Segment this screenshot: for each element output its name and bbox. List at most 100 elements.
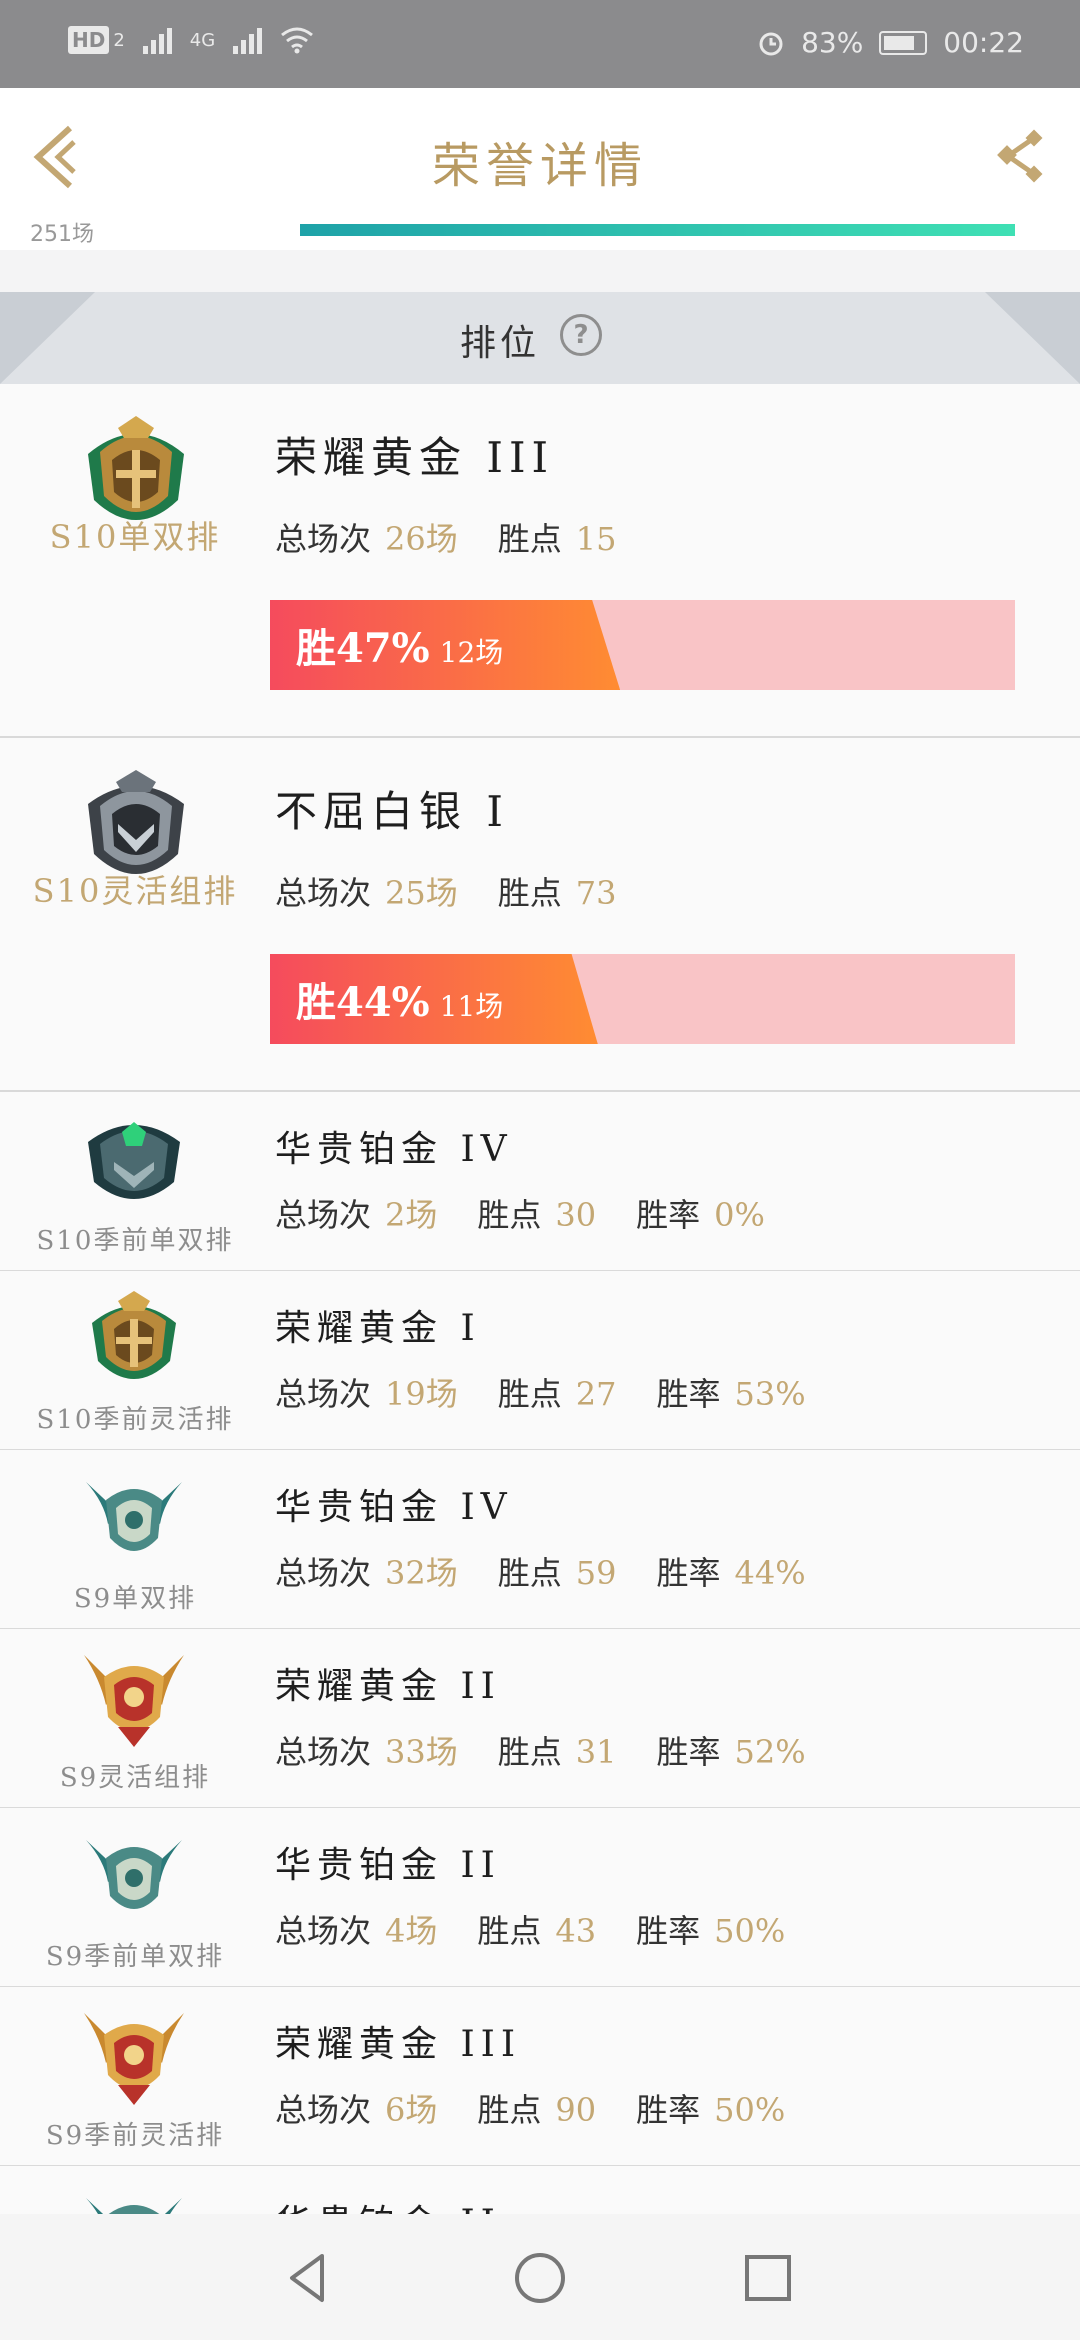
total-games-value: 26场 bbox=[385, 520, 458, 558]
lp-label: 胜点 bbox=[497, 1375, 562, 1413]
queue-name: S9季前单双排 bbox=[45, 1942, 225, 1972]
win-rate-label: 胜率 bbox=[656, 1554, 721, 1592]
win-rate-label: 胜47% bbox=[296, 625, 430, 672]
rank-name: 荣耀黄金 III bbox=[275, 2024, 522, 2065]
rank-card-s10-flex[interactable]: S10灵活组排 不屈白银 I 总场次 25场 胜点 73 胜44% 11场 bbox=[0, 738, 1080, 1092]
rank-stats: 总场次 33场 胜点 31 胜率 52% bbox=[275, 1727, 846, 1773]
win-rate-value: 50% bbox=[714, 1912, 786, 1950]
nav-home-icon[interactable] bbox=[510, 2248, 570, 2308]
hd-indicator: HD bbox=[68, 26, 110, 54]
rank-name: 华贵铂金 IV bbox=[275, 1487, 513, 1528]
rank-stats: 总场次 6场 胜点 90 胜率 50% bbox=[275, 2085, 825, 2131]
rank-name: 荣耀黄金 I bbox=[275, 1308, 481, 1349]
rank-row-s10-preseason-solo[interactable]: S10季前单双排 华贵铂金 IV 总场次 2场 胜点 30 胜率 0% bbox=[0, 1092, 1080, 1272]
system-nav-bar bbox=[0, 2214, 1080, 2340]
win-rate-label: 胜率 bbox=[656, 1733, 721, 1771]
wifi-icon bbox=[281, 27, 314, 54]
lp-label: 胜点 bbox=[497, 520, 562, 558]
total-games-label: 总场次 bbox=[275, 874, 372, 912]
rank-stats: 总场次 25场 胜点 73 bbox=[275, 868, 656, 914]
network-type: 4G bbox=[189, 29, 216, 51]
section-decoration-left bbox=[0, 292, 95, 384]
rank-stats: 总场次 26场 胜点 15 bbox=[275, 514, 656, 560]
queue-name: S10灵活组排 bbox=[32, 872, 238, 910]
rank-name: 华贵铂金 II bbox=[275, 1845, 501, 1886]
queue-name: S9单双排 bbox=[73, 1584, 197, 1614]
signal-icon-2 bbox=[233, 26, 263, 54]
rank-card-s10-solo[interactable]: S10单双排 荣耀黄金 III 总场次 26场 胜点 15 胜47% 12场 bbox=[0, 384, 1080, 738]
total-games-value: 2场 bbox=[385, 1196, 438, 1234]
win-rate-value: 52% bbox=[734, 1733, 806, 1771]
section-decoration-right bbox=[985, 292, 1080, 384]
platinum-emblem-icon bbox=[88, 1122, 180, 1199]
win-rate-label: 胜率 bbox=[636, 2091, 701, 2129]
lp-value: 15 bbox=[575, 520, 617, 558]
total-games-label: 总场次 bbox=[275, 2091, 372, 2129]
total-games-value: 4场 bbox=[385, 1912, 438, 1950]
help-icon[interactable]: ? bbox=[560, 314, 602, 356]
platinum-winged-emblem-icon bbox=[86, 2198, 182, 2214]
total-games-label: 总场次 bbox=[275, 1554, 372, 1592]
rank-row-s9-solo[interactable]: S9单双排 华贵铂金 IV 总场次 32场 胜点 59 胜率 44% bbox=[0, 1450, 1080, 1630]
page-title: 荣誉详情 bbox=[431, 138, 648, 194]
battery-percent: 83% bbox=[801, 26, 864, 59]
total-games-value: 32场 bbox=[385, 1554, 458, 1592]
lp-label: 胜点 bbox=[497, 1733, 562, 1771]
rank-row-s9-preseason-flex[interactable]: S9季前灵活排 荣耀黄金 III 总场次 6场 胜点 90 胜率 50% bbox=[0, 1987, 1080, 2167]
gold-winged-emblem-icon bbox=[84, 1655, 184, 1747]
lp-label: 胜点 bbox=[497, 1554, 562, 1592]
rank-row-partial[interactable]: 华贵铂金 II bbox=[0, 2166, 1080, 2214]
win-rate-value: 53% bbox=[734, 1375, 806, 1413]
rank-name: 荣耀黄金 II bbox=[275, 1666, 501, 1707]
win-rate-label: 胜率 bbox=[636, 1196, 701, 1234]
win-rate-bar: 胜47% 12场 bbox=[270, 600, 1015, 690]
win-rate-value: 0% bbox=[714, 1196, 765, 1234]
summary-progress-bar bbox=[300, 224, 1015, 236]
section-header-ranked: 排位 ? bbox=[0, 292, 1080, 384]
rank-stats: 总场次 19场 胜点 27 胜率 53% bbox=[275, 1369, 846, 1415]
clock: 00:22 bbox=[943, 26, 1024, 59]
rank-name: 不屈白银 I bbox=[275, 787, 509, 836]
total-games-label: 总场次 bbox=[275, 1375, 372, 1413]
queue-name: S10单双排 bbox=[49, 518, 221, 556]
queue-name: S10季前单双排 bbox=[36, 1226, 234, 1256]
rank-stats: 总场次 4场 胜点 43 胜率 50% bbox=[275, 1906, 825, 1952]
win-rate-label: 胜率 bbox=[656, 1375, 721, 1413]
section-title: 排位 bbox=[460, 323, 541, 364]
share-icon[interactable] bbox=[994, 128, 1050, 184]
win-rate-value: 50% bbox=[714, 2091, 786, 2129]
rank-row-s9-preseason-solo[interactable]: S9季前单双排 华贵铂金 II 总场次 4场 胜点 43 胜率 50% bbox=[0, 1808, 1080, 1988]
total-games-label: 总场次 bbox=[275, 1733, 372, 1771]
summary-partial-label: 251场 bbox=[30, 222, 94, 247]
nav-recents-icon[interactable] bbox=[738, 2248, 798, 2308]
status-bar: HD 2 4G 83% 00:22 bbox=[0, 0, 1080, 88]
lp-value: 30 bbox=[555, 1196, 597, 1234]
app-header: 荣誉详情 bbox=[0, 88, 1080, 225]
nav-back-icon[interactable] bbox=[278, 2248, 338, 2308]
win-rate-label: 胜率 bbox=[636, 1912, 701, 1950]
total-games-label: 总场次 bbox=[275, 520, 372, 558]
alarm-icon bbox=[759, 32, 783, 55]
battery-icon bbox=[879, 30, 928, 55]
win-rate-text: 胜44% 11场 bbox=[296, 970, 503, 1028]
rank-row-s10-preseason-flex[interactable]: S10季前灵活排 荣耀黄金 I 总场次 19场 胜点 27 胜率 53% bbox=[0, 1271, 1080, 1451]
lp-value: 31 bbox=[575, 1733, 617, 1771]
rank-row-s9-flex[interactable]: S9灵活组排 荣耀黄金 II 总场次 33场 胜点 31 胜率 52% bbox=[0, 1629, 1080, 1809]
lp-label: 胜点 bbox=[477, 2091, 542, 2129]
platinum-winged-emblem-icon bbox=[86, 1840, 182, 1909]
lp-value: 59 bbox=[575, 1554, 617, 1592]
lp-label: 胜点 bbox=[477, 1196, 542, 1234]
queue-name: S9季前灵活排 bbox=[45, 2121, 225, 2151]
win-rate-label: 胜44% bbox=[296, 979, 430, 1026]
lp-value: 43 bbox=[555, 1912, 597, 1950]
rank-name: 华贵铂金 IV bbox=[275, 1129, 513, 1170]
sim-indicator: 2 bbox=[113, 29, 125, 51]
win-games: 11场 bbox=[439, 990, 504, 1023]
win-rate-bar: 胜44% 11场 bbox=[270, 954, 1015, 1044]
summary-strip: 251场 bbox=[0, 222, 1080, 250]
total-games-value: 25场 bbox=[385, 874, 458, 912]
platinum-winged-emblem-icon bbox=[86, 1482, 182, 1551]
win-games: 12场 bbox=[439, 636, 504, 669]
lp-value: 73 bbox=[575, 874, 617, 912]
win-rate-value: 44% bbox=[734, 1554, 806, 1592]
